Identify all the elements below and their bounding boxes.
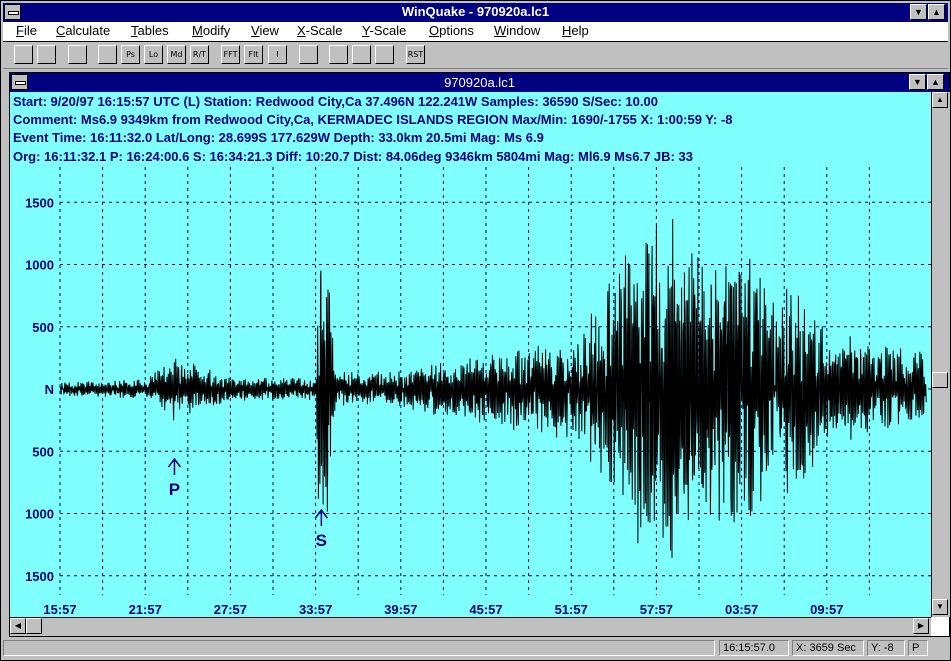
bars1-icon[interactable] xyxy=(329,45,348,64)
rt-icon[interactable]: R/T xyxy=(190,45,209,64)
menu-tables[interactable]: Tables xyxy=(131,23,169,38)
menu-calculate[interactable]: Calculate xyxy=(56,23,110,38)
status-bar: 16:15:57.0 X: 3659 Sec Y: -8 P xyxy=(3,638,948,658)
save-disk-icon[interactable] xyxy=(98,45,117,64)
open-icon[interactable] xyxy=(14,45,33,64)
y-tick-label: N xyxy=(45,382,54,397)
bars2-icon[interactable] xyxy=(352,45,371,64)
menu-y-scale[interactable]: Y-Scale xyxy=(362,23,406,38)
y-tick-label: 500 xyxy=(32,444,54,459)
scroll-left-button[interactable]: ◀ xyxy=(10,618,26,634)
menu-options[interactable]: Options xyxy=(429,23,474,38)
x-tick-label: 33:57 xyxy=(299,602,332,617)
status-x: X: 3659 Sec xyxy=(792,640,864,656)
bars3-icon[interactable] xyxy=(375,45,394,64)
arrival-label: P xyxy=(169,480,180,499)
integrate-icon[interactable]: I xyxy=(268,45,287,64)
menu-x-scale[interactable]: X-Scale xyxy=(297,23,343,38)
vertical-scroll-thumb[interactable] xyxy=(932,372,948,388)
ps-icon[interactable]: Ps xyxy=(121,45,140,64)
maximize-button[interactable]: ▲ xyxy=(928,4,945,20)
y-tick-label: 1500 xyxy=(25,569,54,584)
vertical-scrollbar[interactable]: ▲ ▼ xyxy=(931,92,950,617)
fft-icon[interactable]: FFT xyxy=(221,45,240,64)
menu-bar: File Calculate Tables Modify View X-Scal… xyxy=(3,22,948,42)
info-start: Start: 9/20/97 16:15:57 UTC (L) Station:… xyxy=(13,94,658,109)
x-tick-label: 51:57 xyxy=(555,602,588,617)
save-icon[interactable] xyxy=(37,45,56,64)
x-tick-label: 21:57 xyxy=(129,602,162,617)
document-title: 970920a.lc1 xyxy=(444,75,515,90)
info-origin: Org: 16:11:32.1 P: 16:24:00.6 S: 16:34:2… xyxy=(13,149,693,164)
status-time: 16:15:57.0 xyxy=(719,640,789,656)
scroll-up-button[interactable]: ▲ xyxy=(932,92,948,108)
x-tick-label: 39:57 xyxy=(384,602,417,617)
horizontal-scrollbar[interactable]: ◀ ▶ xyxy=(10,617,931,636)
title-bar[interactable]: WinQuake - 970920a.lc1 ▼ ▲ xyxy=(3,3,948,22)
horizontal-scroll-thumb[interactable] xyxy=(26,618,42,634)
document-maximize-button[interactable]: ▲ xyxy=(927,74,944,90)
menu-modify[interactable]: Modify xyxy=(192,23,230,38)
x-tick-label: 03:57 xyxy=(725,602,758,617)
document-window: 970920a.lc1 ▼ ▲ 15:57 21:57 27:57 33:57 39:5… xyxy=(9,72,950,637)
menu-help[interactable]: Help xyxy=(562,23,589,38)
info-event: Event Time: 16:11:32.0 Lat/Long: 28.699S… xyxy=(13,130,544,145)
print-preview-icon[interactable] xyxy=(68,45,87,64)
y-tick-label: 500 xyxy=(32,320,54,335)
copy-icon[interactable] xyxy=(299,45,318,64)
x-tick-label: 15:57 xyxy=(43,602,76,617)
x-tick-label: 57:57 xyxy=(640,602,673,617)
menu-window[interactable]: Window xyxy=(494,23,540,38)
seismogram-trace xyxy=(59,219,927,558)
status-message xyxy=(3,640,715,656)
status-mode: P xyxy=(908,640,928,656)
reset-icon[interactable]: RST xyxy=(406,45,425,64)
x-tick-label: 09:57 xyxy=(810,602,843,617)
menu-view[interactable]: View xyxy=(251,23,279,38)
arrival-arrow xyxy=(314,508,328,526)
seismogram-plot[interactable]: 15:57 21:57 27:57 33:57 39:57 45:57 51:57 57:57… xyxy=(10,92,931,617)
menu-file[interactable]: File xyxy=(16,23,37,38)
y-tick-label: 1000 xyxy=(25,507,54,522)
arrival-arrow xyxy=(167,457,182,475)
x-tick-label: 27:57 xyxy=(214,602,247,617)
main-window: WinQuake - 970920a.lc1 ▼ ▲ File Calculat… xyxy=(0,0,951,661)
document-title-bar[interactable]: 970920a.lc1 ▼ ▲ xyxy=(10,73,949,92)
scroll-down-button[interactable]: ▼ xyxy=(932,599,948,615)
toolbar: Ps Lo Md R/T FFT Flt I RST xyxy=(3,42,948,69)
seismogram-svg[interactable]: 15:57 21:57 27:57 33:57 39:57 45:57 51:57 57:57… xyxy=(10,92,931,617)
document-minimize-button[interactable]: ▼ xyxy=(909,74,926,90)
md-icon[interactable]: Md xyxy=(167,45,186,64)
filter-icon[interactable]: Flt xyxy=(244,45,263,64)
y-tick-label: 1000 xyxy=(25,258,54,273)
loc-icon[interactable]: Lo xyxy=(144,45,163,64)
x-tick-label: 45:57 xyxy=(469,602,502,617)
scroll-right-button[interactable]: ▶ xyxy=(913,618,929,634)
minimize-button[interactable]: ▼ xyxy=(910,4,927,20)
window-title: WinQuake - 970920a.lc1 xyxy=(401,4,550,19)
info-comment: Comment: Ms6.9 9349km from Redwood City,… xyxy=(13,112,733,127)
y-tick-label: 1500 xyxy=(25,195,54,210)
status-y: Y: -8 xyxy=(867,640,905,656)
arrival-label: S xyxy=(316,531,327,550)
